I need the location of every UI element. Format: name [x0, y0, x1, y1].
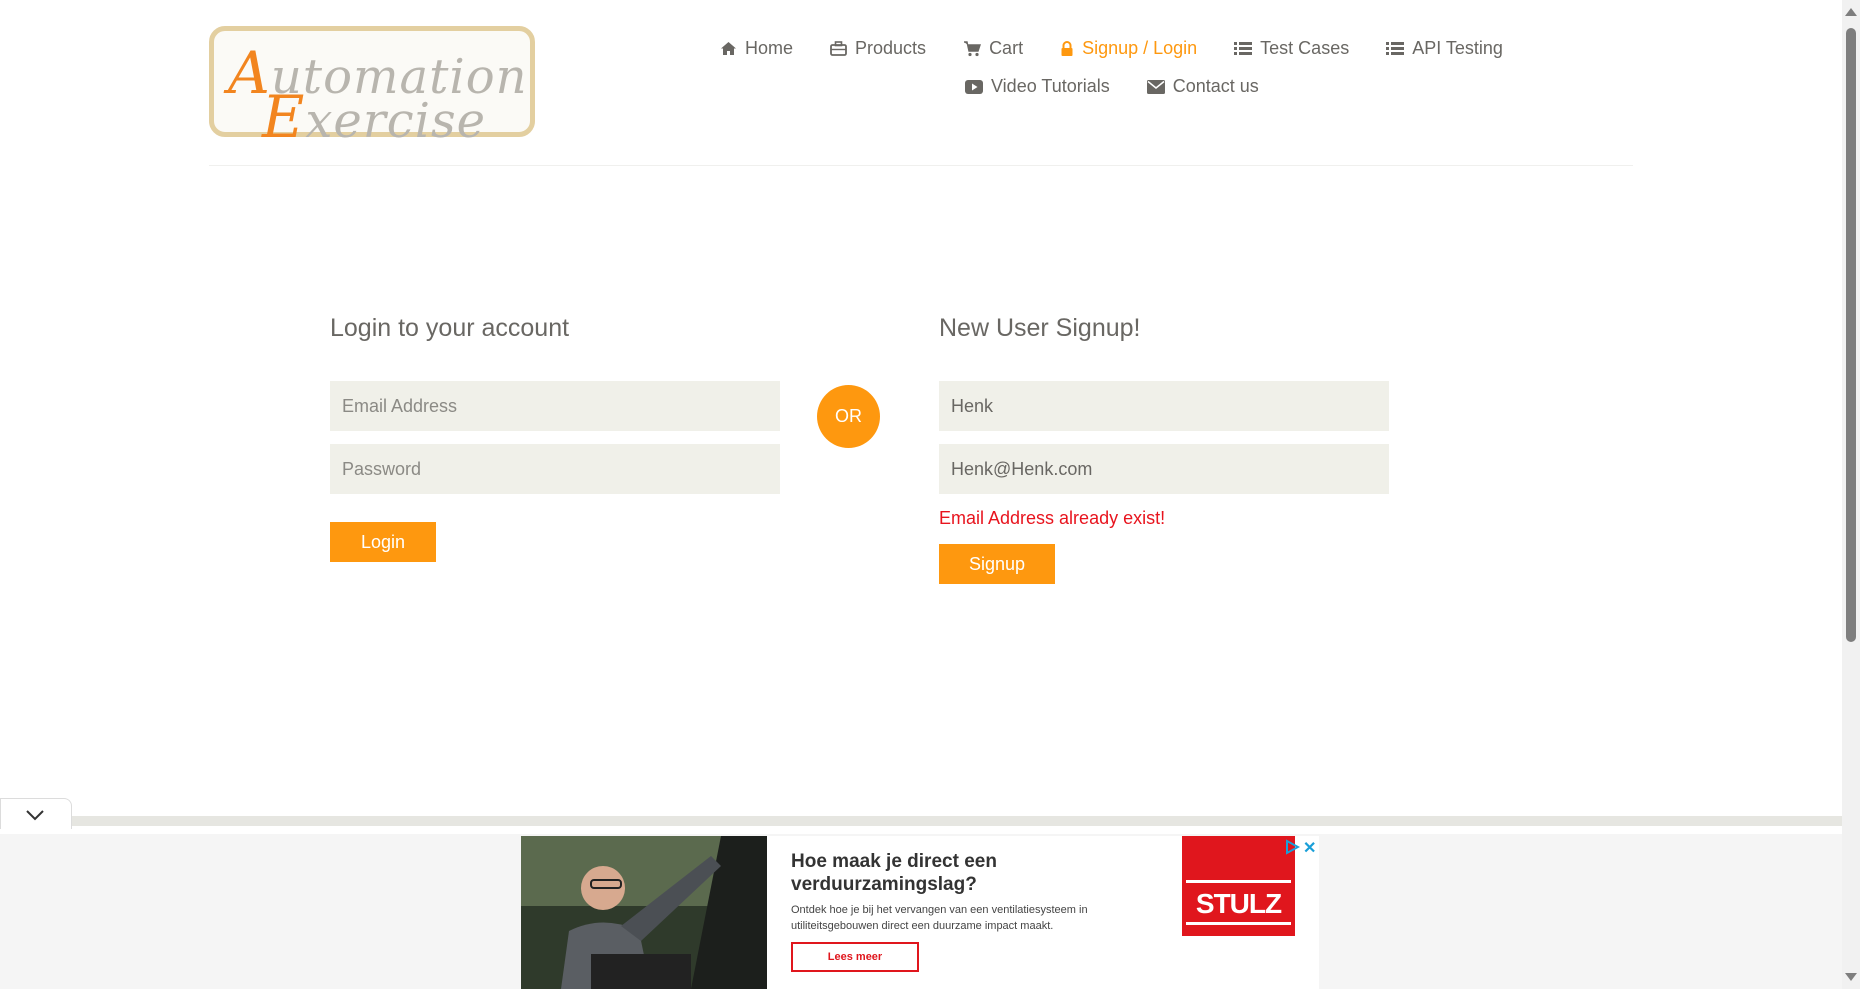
site-logo[interactable]: Automation Exercise	[209, 26, 535, 151]
main-nav: Home Products Cart Signup / Login Test C…	[720, 38, 1540, 59]
nav-contact-us[interactable]: Contact us	[1146, 76, 1259, 97]
ad-read-more-button[interactable]: Lees meer	[791, 942, 919, 972]
scroll-thumb[interactable]	[1846, 28, 1856, 642]
ad-body-text: Ontdek hoe je bij het vervangen van een …	[791, 904, 1088, 932]
ad-brand-logo[interactable]: STULZ	[1182, 836, 1295, 936]
adchoices-icon[interactable]	[1284, 839, 1301, 860]
login-password-input[interactable]	[330, 444, 780, 494]
lock-icon	[1061, 40, 1073, 56]
header-divider	[209, 165, 1633, 166]
nav-cart[interactable]: Cart	[963, 38, 1023, 59]
signup-button[interactable]: Signup	[939, 544, 1055, 584]
nav-test-cases[interactable]: Test Cases	[1234, 38, 1349, 59]
list-icon	[1234, 42, 1253, 55]
login-email-input[interactable]	[330, 381, 780, 431]
main-nav-row-2: Video Tutorials Contact us	[965, 76, 1296, 97]
page-scrollbar[interactable]	[1842, 0, 1860, 989]
login-title: Login to your account	[330, 314, 570, 342]
scroll-down-arrow-icon[interactable]	[1845, 973, 1857, 981]
nav-signup-login[interactable]: Signup / Login	[1060, 38, 1197, 59]
login-button[interactable]: Login	[330, 522, 436, 562]
nav-home[interactable]: Home	[720, 38, 793, 59]
nav-video-tutorials[interactable]: Video Tutorials	[965, 76, 1110, 97]
signup-error-message: Email Address already exist!	[939, 508, 1166, 528]
list-icon	[1386, 42, 1405, 55]
ad-anchor-strip	[0, 816, 1842, 826]
cart-icon	[964, 40, 982, 56]
signup-name-input[interactable]	[939, 381, 1389, 431]
scroll-up-arrow-icon[interactable]	[1845, 8, 1857, 16]
or-divider: OR	[817, 385, 880, 448]
nav-api-testing[interactable]: API Testing	[1386, 38, 1503, 59]
chevron-down-icon	[26, 810, 44, 821]
signup-email-input[interactable]	[939, 444, 1389, 494]
briefcase-icon	[830, 40, 847, 56]
ad-banner[interactable]: Hoe maak je direct een verduurzamingslag…	[521, 836, 1319, 989]
ad-close-icon[interactable]: ✕	[1303, 838, 1316, 858]
envelope-icon	[1146, 79, 1165, 94]
youtube-play-icon	[965, 79, 983, 94]
home-icon	[721, 42, 736, 55]
ad-headline: Hoe maak je direct een verduurzamingslag…	[791, 851, 997, 895]
ad-photo	[521, 836, 767, 989]
signup-title: New User Signup!	[939, 314, 1141, 342]
ad-collapse-toggle[interactable]	[0, 798, 72, 829]
nav-products[interactable]: Products	[830, 38, 926, 59]
